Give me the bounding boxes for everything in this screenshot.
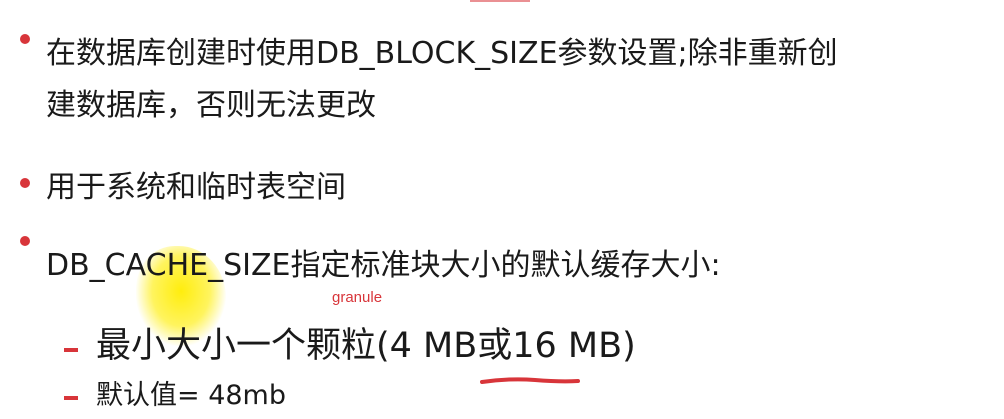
red-underline-mark: [480, 377, 580, 384]
granule-annotation: granule: [332, 289, 383, 306]
sub-dash-1: [64, 348, 78, 352]
top-red-mark: [470, 0, 530, 2]
bullet-1-line-2: 建数据库，否则无法更改: [46, 88, 376, 123]
sub-item-2: 默认值= 48mb: [96, 380, 287, 411]
slide: 在数据库创建时使用DB_BLOCK_SIZE参数设置;除非重新创 建数据库，否则…: [0, 0, 1004, 419]
bullet-dot-3: [20, 236, 30, 246]
sub-item-1: 最小大小一个颗粒(4 MB或16 MB): [96, 326, 636, 366]
bullet-dot-1: [20, 34, 30, 44]
sub-dash-2: [64, 396, 78, 400]
bullet-dot-2: [20, 178, 30, 188]
bullet-2: 用于系统和临时表空间: [46, 170, 346, 205]
bullet-3: DB_CACHE_SIZE指定标准块大小的默认缓存大小:: [46, 248, 721, 283]
bullet-1-line-1: 在数据库创建时使用DB_BLOCK_SIZE参数设置;除非重新创: [46, 36, 838, 71]
